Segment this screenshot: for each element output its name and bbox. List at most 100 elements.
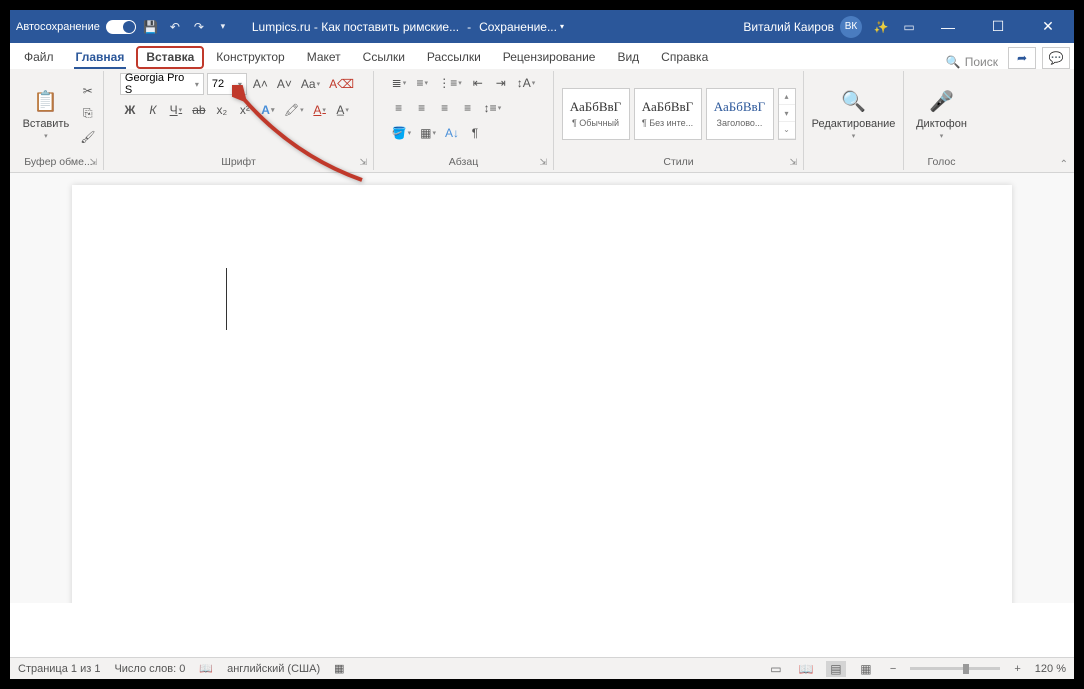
multilevel-button[interactable]: ⋮≡ [435,73,465,93]
group-font: Georgia Pro S▾ 72▾ A˄ A˅ Aa A⌫ Ж К Ч ab … [104,71,374,170]
underline-button[interactable]: Ч [166,100,186,120]
bold-button[interactable]: Ж [120,100,140,120]
tab-view[interactable]: Вид [607,46,649,69]
ribbon: 📋 Вставить ▾ ✂ ⎘ 🖌 Буфер обме...⇲ Georgi… [10,69,1074,173]
mic-icon: 🎤 [928,88,956,116]
strike-button[interactable]: ab [189,100,209,120]
tab-design[interactable]: Конструктор [206,46,294,69]
paragraph-launcher[interactable]: ⇲ [539,157,547,168]
close-button[interactable]: ✕ [1028,10,1068,43]
view-read-button[interactable]: 📖 [796,661,816,677]
sort-button[interactable]: ↕A [514,73,539,93]
show-marks-button[interactable]: ¶ [465,123,485,143]
zoom-slider[interactable] [910,667,1000,670]
statusbar: Страница 1 из 1 Число слов: 0 📖 английск… [10,657,1074,679]
zoom-in-button[interactable]: + [1010,663,1024,675]
line-spacing-button[interactable]: ↕≡ [481,98,505,118]
tab-file[interactable]: Файл [14,46,64,69]
indent-decrease-button[interactable]: ⇤ [468,73,488,93]
macro-icon[interactable]: ▦ [334,662,344,675]
document-page[interactable] [72,185,1012,603]
styles-more[interactable]: ▴▾⌄ [778,88,796,140]
view-focus-button[interactable]: ▭ [766,661,786,677]
workspace [10,173,1074,603]
spellcheck-icon[interactable]: 📖 [199,662,213,675]
style-normal[interactable]: АаБбВвГ¶ Обычный [562,88,630,140]
font-group-label: Шрифт⇲ [110,154,367,170]
coming-soon-icon[interactable]: ✨ [872,18,890,36]
share-button[interactable]: ➦ [1008,47,1036,69]
collapse-ribbon-button[interactable]: ⌃ [1060,159,1068,170]
zoom-level[interactable]: 120 % [1035,663,1066,675]
numbering-button[interactable]: ≡ [412,73,432,93]
superscript-button[interactable]: x² [235,100,255,120]
document-title: Lumpics.ru - Как поставить римские... [252,20,459,34]
shading-button[interactable]: 🪣 [389,123,414,143]
font-launcher[interactable]: ⇲ [359,157,367,168]
autosave-label: Автосохранение [16,21,100,33]
tab-home[interactable]: Главная [66,46,135,69]
clear-format-button[interactable]: A⌫ [326,74,357,94]
subscript-button[interactable]: x₂ [212,100,232,120]
style-heading[interactable]: АаБбВвГЗаголово... [706,88,774,140]
align-left-button[interactable]: ≡ [389,98,409,118]
word-count[interactable]: Число слов: 0 [114,663,185,675]
editing-button[interactable]: 🔍 Редактирование ▾ [808,86,900,142]
undo-icon[interactable]: ↶ [166,18,184,36]
qat-dropdown-icon[interactable]: ▾ [214,18,232,36]
style-nospace[interactable]: АаБбВвГ¶ Без инте... [634,88,702,140]
shrink-font-button[interactable]: A˅ [274,74,295,94]
page-number[interactable]: Страница 1 из 1 [18,663,100,675]
format-painter-icon[interactable]: 🖌 [77,127,98,147]
char-border-button[interactable]: A̲ [333,100,353,120]
comments-button[interactable]: 💬 [1042,47,1070,69]
text-effects-button[interactable]: A [258,100,278,120]
italic-button[interactable]: К [143,100,163,120]
language[interactable]: английский (США) [227,663,320,675]
bullets-button[interactable]: ≣ [389,73,410,93]
copy-icon[interactable]: ⎘ [77,104,98,124]
ribbon-display-icon[interactable]: ▭ [900,18,918,36]
autosave-switch[interactable] [106,20,136,34]
font-name-combo[interactable]: Georgia Pro S▾ [120,73,204,95]
align-right-button[interactable]: ≡ [435,98,455,118]
user-account[interactable]: Виталий Каиров ВК [743,16,862,38]
cut-icon[interactable]: ✂ [77,81,98,101]
highlight-button[interactable]: 🖍 [281,100,307,120]
text-cursor [226,268,227,330]
view-web-button[interactable]: ▦ [856,661,876,677]
tab-review[interactable]: Рецензирование [493,46,606,69]
align-center-button[interactable]: ≡ [412,98,432,118]
tab-references[interactable]: Ссылки [353,46,415,69]
view-print-button[interactable]: ▤ [826,661,846,677]
grow-font-button[interactable]: A˄ [250,74,271,94]
autosave-toggle[interactable]: Автосохранение [16,20,136,34]
search-box[interactable]: 🔍 Поиск [938,55,1006,69]
ribbon-tabs: Файл Главная Вставка Конструктор Макет С… [10,43,1074,69]
clipboard-group-label: Буфер обме...⇲ [20,154,97,170]
tab-help[interactable]: Справка [651,46,718,69]
indent-increase-button[interactable]: ⇥ [491,73,511,93]
dictate-button[interactable]: 🎤 Диктофон ▾ [912,86,971,142]
clipboard-launcher[interactable]: ⇲ [89,157,97,168]
styles-launcher[interactable]: ⇲ [789,157,797,168]
maximize-button[interactable]: ☐ [978,10,1018,43]
change-case-button[interactable]: Aa [298,74,323,94]
search-icon: 🔍 [946,55,961,69]
borders-button[interactable]: ▦ [417,123,439,143]
search-label: Поиск [965,55,998,69]
minimize-button[interactable]: — [928,10,968,43]
tab-mailings[interactable]: Рассылки [417,46,491,69]
save-icon[interactable]: 💾 [142,18,160,36]
dictate-label: Диктофон [916,118,967,130]
font-size-combo[interactable]: 72▾ [207,73,247,95]
tab-layout[interactable]: Макет [297,46,351,69]
font-color-button[interactable]: A [310,100,330,120]
zoom-out-button[interactable]: − [886,663,900,675]
paste-button[interactable]: 📋 Вставить ▾ [19,86,74,142]
tab-insert[interactable]: Вставка [136,46,204,69]
align-justify-button[interactable]: ≡ [458,98,478,118]
group-paragraph: ≣ ≡ ⋮≡ ⇤ ⇥ ↕A ≡ ≡ ≡ ≡ ↕≡ 🪣 ▦ A↓ ¶ Абзац⇲ [374,71,554,170]
redo-icon[interactable]: ↷ [190,18,208,36]
sort-az-button[interactable]: A↓ [442,123,462,143]
